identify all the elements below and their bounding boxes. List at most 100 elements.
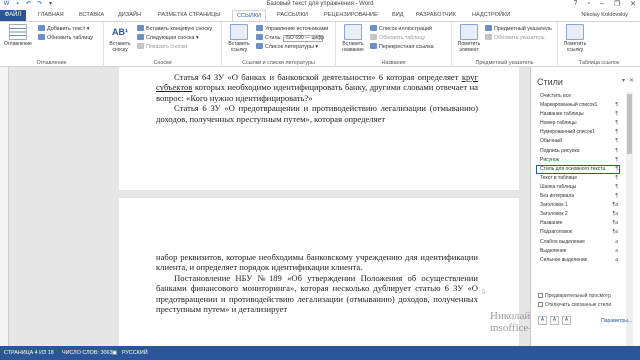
citation-style-select[interactable]: ISO 690 — цифр bbox=[283, 35, 324, 42]
citation-style[interactable]: Стиль: ISO 690 — цифр bbox=[256, 34, 324, 42]
tab-insert[interactable]: ВСТАВКА bbox=[79, 10, 104, 21]
scrollbar-thumb[interactable] bbox=[627, 94, 632, 154]
style-item[interactable]: Текст в таблице ¶ bbox=[536, 174, 620, 183]
style-inspector-icon[interactable]: A bbox=[550, 316, 559, 325]
new-style-icon[interactable]: A bbox=[538, 316, 547, 325]
page-body[interactable]: Статья 64 ЗУ «О банках и банковской деят… bbox=[156, 72, 478, 124]
style-item[interactable]: Выделение a bbox=[536, 247, 620, 256]
tab-home[interactable]: ГЛАВНАЯ bbox=[38, 10, 64, 21]
document-area[interactable]: Статья 64 ЗУ «О банках и банковской деят… bbox=[0, 67, 530, 346]
mark-citation-button[interactable]: Пометить ссылку bbox=[561, 24, 589, 53]
styles-scrollbar[interactable] bbox=[626, 92, 633, 352]
style-item[interactable]: Шапка таблицы ¶ bbox=[536, 183, 620, 192]
group-label-toa: Таблица ссылок bbox=[578, 60, 620, 66]
cross-reference-button[interactable]: Перекрестная ссылка bbox=[370, 43, 434, 51]
style-item[interactable]: Маркированный список1 ¶ bbox=[536, 101, 620, 110]
insert-tof-button[interactable]: Список иллюстраций bbox=[370, 25, 432, 33]
tab-addins[interactable]: НАДСТРОЙКИ bbox=[472, 10, 510, 21]
citation-icon bbox=[230, 24, 248, 40]
insert-citation-button[interactable]: Вставить ссылку bbox=[225, 24, 253, 53]
insert-caption-button[interactable]: Вставить название bbox=[339, 24, 367, 53]
next-footnote-button[interactable]: Следующая сноска ▾ bbox=[137, 34, 199, 42]
vertical-ruler bbox=[0, 67, 9, 346]
insert-endnote-button[interactable]: Вставить концевую сноску bbox=[137, 25, 212, 33]
window-controls: ? ▫ – ❐ ✕ bbox=[574, 0, 636, 8]
mark-entry-button[interactable]: Пометить элемент bbox=[455, 24, 483, 53]
paragraph[interactable]: набор реквизитов, которые необходимы бан… bbox=[156, 252, 478, 273]
style-item[interactable]: Обычный ¶ bbox=[536, 137, 620, 146]
style-item[interactable]: Очистить все bbox=[536, 92, 620, 101]
manage-sources-button[interactable]: Управление источниками bbox=[256, 25, 328, 33]
help-icon[interactable]: ? bbox=[574, 0, 578, 8]
manage-sources-icon bbox=[256, 25, 263, 31]
index-icon bbox=[485, 25, 492, 31]
style-item[interactable]: Номер таблицы ¶ bbox=[536, 119, 620, 128]
style-item[interactable]: Без интервала ¶ bbox=[536, 192, 620, 201]
show-notes-button[interactable]: Показать сноски bbox=[137, 43, 187, 51]
style-item[interactable]: Название ¶a bbox=[536, 219, 620, 228]
paragraph[interactable]: Постановление НБУ №189 «Об утверждении П… bbox=[156, 273, 478, 315]
bibliography-button[interactable]: Список литературы ▾ bbox=[256, 43, 318, 51]
style-item[interactable]: Рисунок ¶ bbox=[536, 156, 620, 165]
document-page[interactable]: 5 набор реквизитов, которые необходимы б… bbox=[119, 198, 519, 346]
disable-linked-checkbox[interactable]: Отключить связанные стили bbox=[538, 302, 611, 308]
word-count[interactable]: ЧИСЛО СЛОВ: 3063 bbox=[62, 346, 112, 360]
close-icon[interactable]: ✕ bbox=[630, 0, 636, 8]
pane-menu-icon[interactable]: ▾ bbox=[622, 77, 625, 84]
pane-options-link[interactable]: Параметры... bbox=[601, 318, 632, 324]
refresh-icon bbox=[485, 34, 492, 40]
insert-footnote-button[interactable]: AB¹ Вставить сноску bbox=[107, 24, 133, 53]
style-item[interactable]: Подзаголовок ¶a bbox=[536, 228, 620, 237]
restore-icon[interactable]: ❐ bbox=[614, 0, 620, 8]
window-title: Базовый текст для упражнения - Word bbox=[266, 1, 374, 7]
manage-styles-icon[interactable]: A bbox=[562, 316, 571, 325]
tab-mailings[interactable]: РАССЫЛКИ bbox=[277, 10, 308, 21]
pane-footer-buttons: A A A bbox=[538, 316, 571, 325]
group-label-captions: Названия bbox=[381, 60, 406, 66]
tab-review[interactable]: РЕЦЕНЗИРОВАНИЕ bbox=[324, 10, 378, 21]
page-count[interactable]: СТРАНИЦА 4 ИЗ 18 bbox=[4, 346, 54, 360]
paragraph[interactable]: Статья 64 ЗУ «О банках и банковской деят… bbox=[156, 72, 478, 103]
add-text-button[interactable]: Добавить текст ▾ bbox=[38, 25, 90, 33]
tab-design[interactable]: ДИЗАЙН bbox=[118, 10, 141, 21]
styles-list: Очистить все Маркированный список1 ¶ Назв… bbox=[536, 92, 620, 265]
tab-file[interactable]: ФАЙЛ bbox=[0, 10, 26, 21]
style-item[interactable]: Название таблицы ¶ bbox=[536, 110, 620, 119]
language[interactable]: РУССКИЙ bbox=[122, 346, 148, 360]
style-item[interactable]: Слабое выделение a bbox=[536, 238, 620, 247]
update-index-button[interactable]: Обновить указатель bbox=[485, 34, 545, 42]
styles-pane-title: Стили bbox=[537, 77, 563, 87]
page-number: 5 bbox=[481, 288, 486, 296]
next-footnote-icon bbox=[137, 34, 144, 40]
style-item[interactable]: Подпись рисунка ¶ bbox=[536, 147, 620, 156]
style-item-selected[interactable]: Стиль для основного текста ¶ bbox=[536, 164, 620, 174]
style-item[interactable]: Нумерованный список1 ¶ bbox=[536, 128, 620, 137]
user-name[interactable]: Nikolay Koldovskiy bbox=[581, 10, 628, 21]
page-body[interactable]: набор реквизитов, которые необходимы бан… bbox=[156, 252, 478, 314]
preview-checkbox[interactable]: Предварительный просмотр bbox=[538, 293, 611, 299]
update-tof-button[interactable]: Обновить таблицу bbox=[370, 34, 425, 42]
pane-close-icon[interactable]: ✕ bbox=[629, 77, 634, 84]
style-item[interactable]: Сильное выделение a bbox=[536, 256, 620, 265]
toc-button[interactable]: Оглавление bbox=[3, 24, 33, 47]
insert-index-button[interactable]: Предметный указатель bbox=[485, 25, 552, 33]
tab-view[interactable]: ВИД bbox=[392, 10, 404, 21]
ribbon-display-icon[interactable]: ▫ bbox=[587, 0, 589, 8]
minimize-icon[interactable]: – bbox=[600, 0, 604, 8]
style-icon bbox=[256, 34, 263, 40]
group-captions: Вставить название Список иллюстраций Обн… bbox=[336, 22, 452, 67]
document-page[interactable]: Статья 64 ЗУ «О банках и банковской деят… bbox=[119, 67, 519, 190]
update-toc-button[interactable]: Обновить таблицу bbox=[38, 34, 93, 42]
style-item[interactable]: Заголовок 1 ¶a bbox=[536, 201, 620, 210]
add-text-icon bbox=[38, 25, 45, 31]
style-item[interactable]: Заголовок 2 ¶a bbox=[536, 210, 620, 219]
paragraph[interactable]: Статья 6 ЗУ «О предотвращении и противод… bbox=[156, 103, 478, 124]
proofing-icon[interactable]: ▣ bbox=[112, 346, 117, 360]
tab-layout[interactable]: РАЗМЕТКА СТРАНИЦЫ bbox=[158, 10, 220, 21]
group-toa: Пометить ссылку Таблица ссылок bbox=[558, 22, 640, 67]
styles-pane: Стили ▾ ✕ Очистить все Маркированный спи… bbox=[530, 67, 640, 352]
tab-developer[interactable]: РАЗРАБОТЧИК bbox=[416, 10, 456, 21]
tab-references[interactable]: ССЫЛКИ bbox=[232, 10, 266, 21]
group-label-toc: Оглавление bbox=[36, 60, 67, 66]
mark-entry-icon bbox=[460, 24, 478, 40]
